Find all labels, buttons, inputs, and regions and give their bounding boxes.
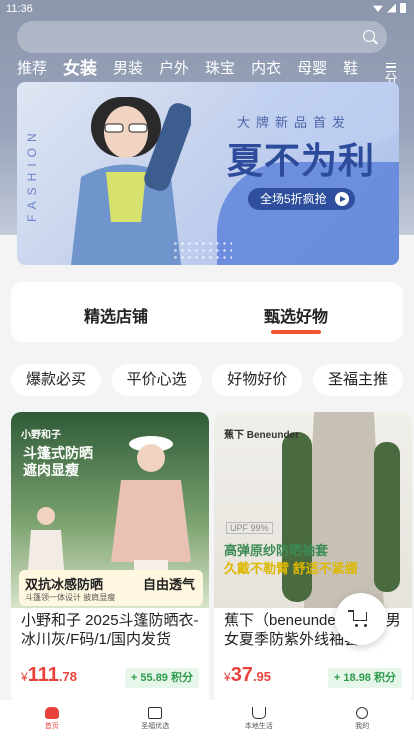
banner-model-image — [71, 97, 191, 265]
points-badge: + 55.89 积分 — [124, 668, 199, 688]
image-headline: 高弹原纱防晒袖套 — [224, 543, 329, 558]
play-icon — [334, 192, 349, 206]
category-tab[interactable]: 推荐 — [17, 58, 47, 80]
promo-banner[interactable]: FASHION 大牌新品首发 夏不为利 全场5折疯抢 — [17, 82, 399, 265]
banner-cta-label: 全场5折疯抢 — [260, 192, 327, 206]
nav-label: 我的 — [355, 723, 370, 730]
image-subheadline: 久戴不勒臂 舒适不紧绷 — [224, 561, 358, 576]
price-decimal: .95 — [252, 669, 272, 684]
category-tab[interactable]: 母婴 — [297, 58, 327, 80]
nav-label: 首页 — [44, 723, 59, 730]
battery-icon — [400, 3, 406, 13]
chip-promoted[interactable]: 圣福主推 — [312, 364, 403, 396]
image-headline-line: 斗篷式防晒 — [23, 445, 93, 461]
search-bar[interactable] — [17, 21, 387, 53]
banner-dots-decoration — [172, 240, 232, 260]
bottom-navigation: 首页 圣福优选 本地生活 我的 — [0, 700, 414, 736]
chip-hot[interactable]: 爆款必买 — [11, 364, 101, 396]
category-tab[interactable]: 鞋 — [343, 58, 358, 80]
banner-cta-button[interactable]: 全场5折疯抢 — [248, 188, 355, 210]
cart-icon-wheel — [364, 624, 367, 627]
chip-affordable[interactable]: 平价心选 — [111, 364, 202, 396]
nav-home[interactable]: 首页 — [0, 700, 104, 736]
banner-headline: 夏不为利 — [227, 140, 376, 181]
cart-button[interactable] — [335, 593, 387, 645]
banner-subtitle: 大牌新品首发 — [237, 115, 352, 130]
signal-icon — [387, 3, 396, 13]
chip-good-price[interactable]: 好物好价 — [212, 364, 303, 396]
menu-icon — [386, 63, 396, 72]
image-tag: UPF 99% — [226, 522, 273, 534]
status-icons — [373, 3, 406, 13]
product-model-image — [282, 412, 400, 608]
image-headline: 斗篷式防晒 遮肉显瘦 — [23, 445, 93, 479]
product-price: ¥111.78 — [21, 664, 77, 687]
banner-vertical-text: FASHION — [25, 127, 39, 223]
feature-left: 双抗冰感防晒 — [25, 577, 104, 592]
price-decimal: .78 — [58, 669, 77, 684]
store-icon — [148, 707, 163, 719]
category-tab[interactable]: 男装 — [113, 58, 143, 80]
product-image[interactable]: 蕉下 Beneunder UPF 99% 高弹原纱防晒袖套 久戴不勒臂 舒适不紧… — [214, 412, 412, 608]
status-bar: 11:36 — [0, 0, 414, 18]
home-icon — [44, 707, 59, 719]
brand-logo: 小野和子 — [21, 430, 61, 441]
nav-label: 本地生活 — [244, 723, 273, 730]
section-tabs: 精选店铺 甄选好物 — [11, 282, 403, 342]
cart-icon-wheel — [355, 624, 358, 627]
feature-right: 自由透气 — [142, 577, 195, 592]
price-currency: ¥ — [21, 670, 28, 684]
filter-chips: 爆款必买 平价心选 好物好价 圣福主推 — [11, 364, 403, 396]
nav-label: 圣福优选 — [141, 723, 170, 730]
image-headline-line: 遮肉显瘦 — [23, 462, 79, 478]
tab-selected-goods[interactable]: 甄选好物 — [264, 303, 328, 327]
product-title[interactable]: 小野和子 2025斗篷防晒衣-冰川灰/F码/1/国内发货 — [21, 611, 201, 649]
price-currency: ¥ — [224, 670, 231, 684]
status-time: 11:36 — [6, 3, 33, 15]
product-price: ¥37.95 — [224, 664, 271, 687]
points-badge: + 18.98 积分 — [327, 668, 402, 688]
nav-local[interactable]: 本地生活 — [207, 700, 311, 736]
feature-caption: 斗篷领一体设计 披肩显瘦 — [25, 593, 116, 602]
product-card[interactable]: 蕉下 Beneunder UPF 99% 高弹原纱防晒袖套 久戴不勒臂 舒适不紧… — [214, 412, 412, 704]
price-integer: 111 — [27, 664, 59, 686]
price-integer: 37 — [230, 664, 253, 686]
active-tab-indicator — [271, 330, 321, 334]
nav-profile[interactable]: 我的 — [311, 700, 414, 736]
category-tab[interactable]: 内衣 — [251, 58, 281, 80]
nav-store[interactable]: 圣福优选 — [104, 700, 208, 736]
tab-featured-stores[interactable]: 精选店铺 — [84, 303, 148, 327]
profile-icon — [356, 707, 369, 719]
cup-icon — [251, 707, 266, 719]
feature-band: 双抗冰感防晒 自由透气 斗篷领一体设计 披肩显瘦 — [19, 570, 203, 606]
category-tabs: 推荐 女装 男装 户外 珠宝 内衣 母婴 鞋 — [17, 58, 377, 80]
cart-icon — [348, 610, 367, 621]
brand-logo: 蕉下 Beneunder — [224, 430, 300, 441]
category-tab[interactable]: 珠宝 — [205, 58, 235, 80]
wifi-icon — [373, 5, 383, 12]
search-icon[interactable] — [363, 30, 375, 42]
product-card[interactable]: 小野和子 斗篷式防晒 遮肉显瘦 双抗冰感防晒 自由透气 斗篷领一体设计 披肩显瘦… — [11, 412, 209, 704]
product-image[interactable]: 小野和子 斗篷式防晒 遮肉显瘦 双抗冰感防晒 自由透气 斗篷领一体设计 披肩显瘦 — [11, 412, 209, 608]
category-tab[interactable]: 户外 — [159, 58, 189, 80]
category-tab-active[interactable]: 女装 — [63, 58, 97, 80]
